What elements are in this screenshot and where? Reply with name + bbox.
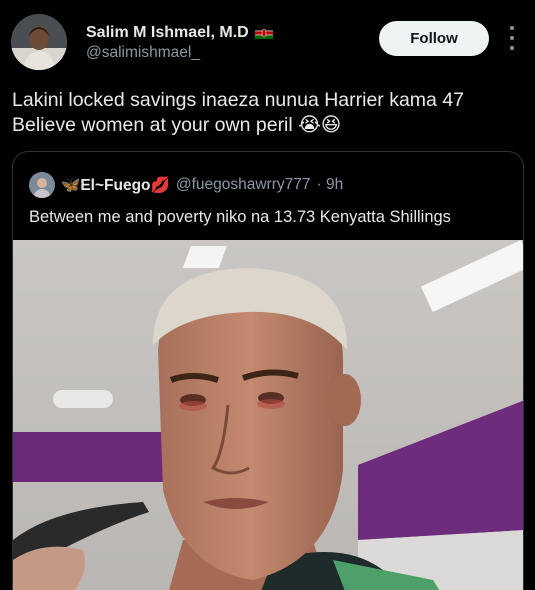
tweet-text-line: Believe women at your own peril 😭😆 xyxy=(12,114,342,136)
quoted-author-handle: @fuegoshawrry777 xyxy=(175,176,311,193)
quoted-tweet-text: Between me and poverty niko na 13.73 Ken… xyxy=(29,208,451,226)
crying-man-photo[interactable] xyxy=(13,240,524,590)
avatar-photo-icon xyxy=(29,172,55,198)
author-avatar[interactable] xyxy=(11,14,67,70)
follow-button[interactable]: Follow xyxy=(379,21,489,56)
kenya-flag-icon xyxy=(254,27,273,39)
quoted-author-name: 🦋El~Fuego💋 xyxy=(61,176,170,195)
quoted-author-avatar xyxy=(29,172,55,198)
author-name[interactable]: Salim M Ishmael, M.D xyxy=(86,24,249,42)
avatar-photo-icon xyxy=(11,14,67,70)
tweet-header: Salim M Ishmael, M.D @salimishmael_ Foll… xyxy=(0,0,535,80)
lips-icon: 💋 xyxy=(150,176,170,194)
quoted-tweet-time: · 9h xyxy=(316,176,344,193)
tweet-text: Lakini locked savings inaeza nunua Harri… xyxy=(12,88,527,138)
quoted-author-name-text: El~Fuego xyxy=(80,176,151,194)
butterfly-icon: 🦋 xyxy=(61,176,81,194)
quoted-tweet-header: 🦋El~Fuego💋 @fuegoshawrry777 · 9h xyxy=(29,172,343,198)
author-name-row: Salim M Ishmael, M.D xyxy=(86,24,273,42)
tweet-text-line: Lakini locked savings inaeza nunua Harri… xyxy=(12,89,465,111)
author-handle[interactable]: @salimishmael_ xyxy=(86,44,200,62)
more-options-icon[interactable] xyxy=(506,26,518,50)
quoted-tweet[interactable]: 🦋El~Fuego💋 @fuegoshawrry777 · 9h Between… xyxy=(12,151,524,590)
